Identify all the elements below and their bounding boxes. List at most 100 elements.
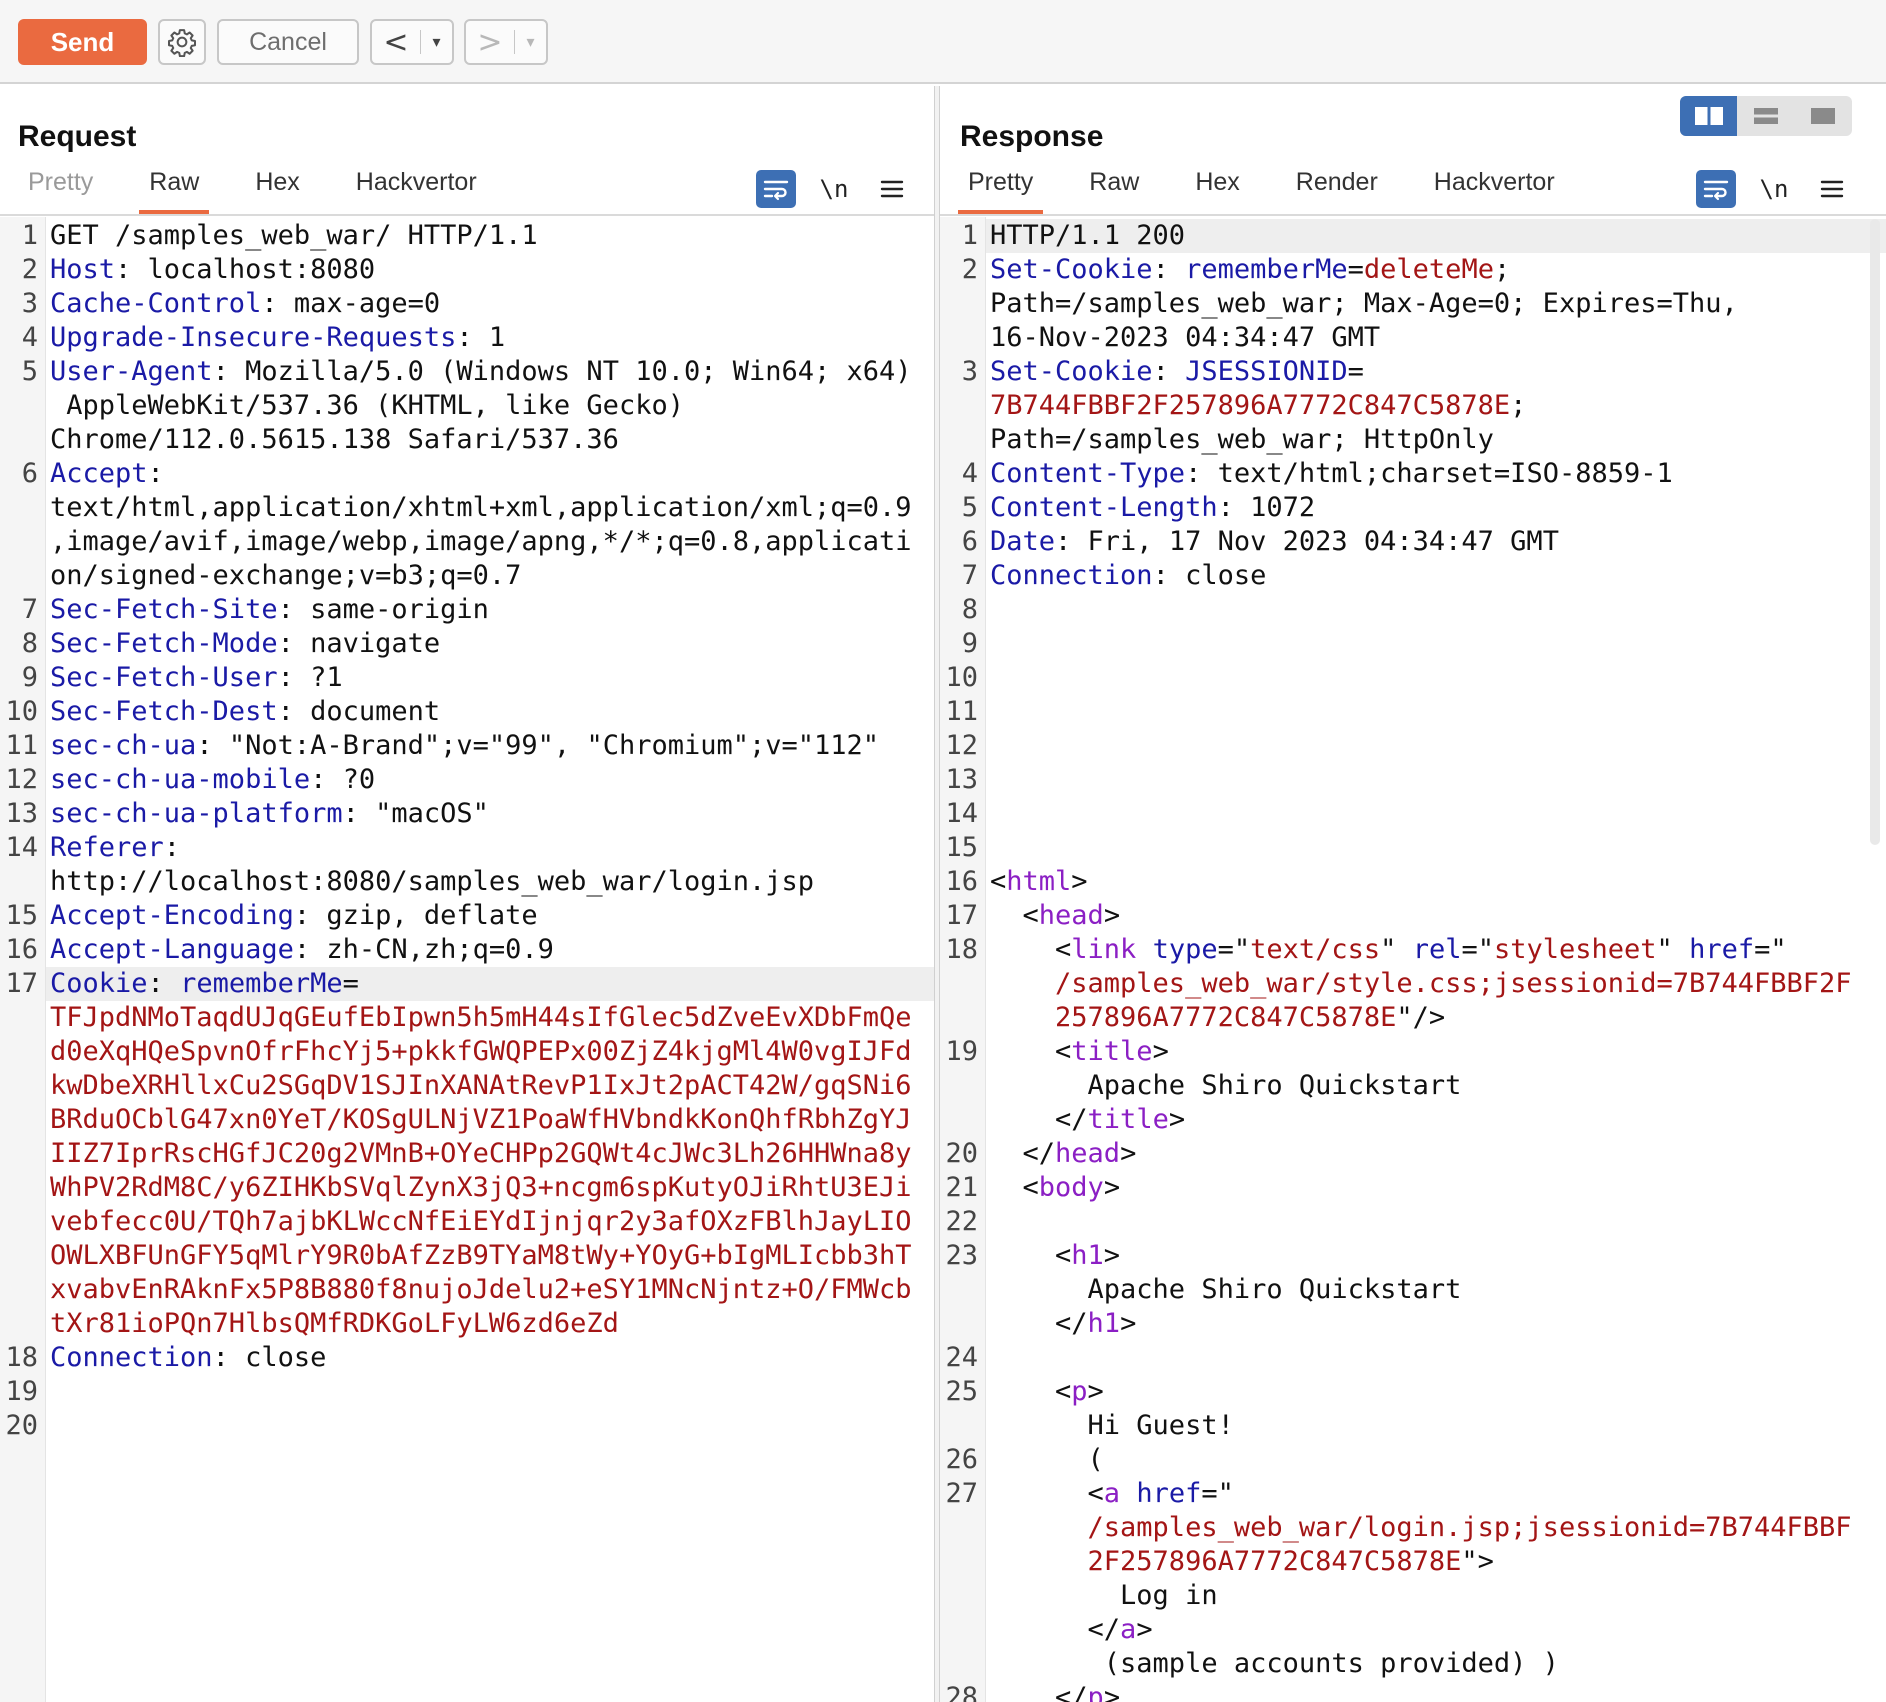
response-tab-pretty[interactable]: Pretty: [940, 168, 1061, 214]
response-code-line[interactable]: 7 Connection: close: [940, 559, 1886, 593]
request-code-line[interactable]: on/signed-exchange;v=b3;q=0.7: [0, 559, 934, 593]
response-code-line[interactable]: 18 <link type="text/css" rel="stylesheet…: [940, 933, 1886, 967]
request-code-line[interactable]: 14 Referer:: [0, 831, 934, 865]
request-word-wrap-button[interactable]: [756, 170, 796, 208]
request-code-line[interactable]: vebfecc0U/TQh7ajbKLWccNfEiEYdIjnjqr2y3af…: [0, 1205, 934, 1239]
request-menu-button[interactable]: [872, 170, 912, 208]
request-tab-hex[interactable]: Hex: [227, 168, 327, 214]
response-code-line[interactable]: 257896A7772C847C5878E"/>: [940, 1001, 1886, 1035]
forward-dropdown-icon[interactable]: ▾: [515, 32, 546, 52]
response-tab-hackvertor[interactable]: Hackvertor: [1406, 168, 1583, 214]
response-code-line[interactable]: 2F257896A7772C847C5878E">: [940, 1545, 1886, 1579]
request-tab-raw[interactable]: Raw: [121, 168, 227, 214]
response-code-line[interactable]: 20 </head>: [940, 1137, 1886, 1171]
request-code-line[interactable]: AppleWebKit/537.36 (KHTML, like Gecko): [0, 389, 934, 423]
request-code-line[interactable]: 8 Sec-Fetch-Mode: navigate: [0, 627, 934, 661]
response-code-line[interactable]: </title>: [940, 1103, 1886, 1137]
vertical-scrollbar[interactable]: [1870, 219, 1880, 845]
response-code-line[interactable]: 11: [940, 695, 1886, 729]
response-code-line[interactable]: 10: [940, 661, 1886, 695]
layout-stacked-button[interactable]: [1737, 96, 1794, 136]
request-code-line[interactable]: 3 Cache-Control: max-age=0: [0, 287, 934, 321]
response-code-line[interactable]: 15: [940, 831, 1886, 865]
request-code-line[interactable]: 11 sec-ch-ua: "Not:A-Brand";v="99", "Chro…: [0, 729, 934, 763]
layout-single-button[interactable]: [1795, 96, 1852, 136]
response-code-line[interactable]: 27 <a href=": [940, 1477, 1886, 1511]
response-code-line[interactable]: 22: [940, 1205, 1886, 1239]
response-code-line[interactable]: (sample accounts provided) ): [940, 1647, 1886, 1681]
request-code-line[interactable]: 19: [0, 1375, 934, 1409]
request-code-line[interactable]: 9 Sec-Fetch-User: ?1: [0, 661, 934, 695]
request-code-line[interactable]: 15 Accept-Encoding: gzip, deflate: [0, 899, 934, 933]
request-code-line[interactable]: ,image/avif,image/webp,image/apng,*/*;q=…: [0, 525, 934, 559]
response-code-line[interactable]: </a>: [940, 1613, 1886, 1647]
request-code-line[interactable]: 2 Host: localhost:8080: [0, 253, 934, 287]
request-code-line[interactable]: 12 sec-ch-ua-mobile: ?0: [0, 763, 934, 797]
request-code-line[interactable]: tXr81ioPQn7HlbsQMfRDKGoLFyLW6zd6eZd: [0, 1307, 934, 1341]
request-code-line[interactable]: IIZ7IprRscHGfJC20g2VMnB+OYeCHPp2GQWt4cJW…: [0, 1137, 934, 1171]
response-code-line[interactable]: 25 <p>: [940, 1375, 1886, 1409]
request-code-line[interactable]: http://localhost:8080/samples_web_war/lo…: [0, 865, 934, 899]
response-code-line[interactable]: 14: [940, 797, 1886, 831]
back-button[interactable]: < ▾: [370, 19, 454, 65]
request-code-line[interactable]: WhPV2RdM8C/y6ZIHKbSVqlZynX3jQ3+ncgm6spKu…: [0, 1171, 934, 1205]
response-code-line[interactable]: 9: [940, 627, 1886, 661]
response-code[interactable]: 1 HTTP/1.1 200 2 Set-Cookie: rememberMe=del…: [940, 219, 1886, 1702]
response-code-line[interactable]: Apache Shiro Quickstart: [940, 1069, 1886, 1103]
request-code-line[interactable]: 10 Sec-Fetch-Dest: document: [0, 695, 934, 729]
response-code-line[interactable]: 16 <html>: [940, 865, 1886, 899]
back-dropdown-icon[interactable]: ▾: [421, 32, 452, 52]
layout-side-by-side-button[interactable]: [1680, 96, 1738, 136]
response-code-line[interactable]: 16-Nov-2023 04:34:47 GMT: [940, 321, 1886, 355]
response-code-line[interactable]: 7B744FBBF2F257896A7772C847C5878E;: [940, 389, 1886, 423]
response-editor[interactable]: 1 HTTP/1.1 200 2 Set-Cookie: rememberMe=del…: [940, 217, 1886, 1702]
response-code-line[interactable]: 8: [940, 593, 1886, 627]
response-word-wrap-button[interactable]: [1696, 170, 1736, 208]
response-code-line[interactable]: /samples_web_war/style.css;jsessionid=7B…: [940, 967, 1886, 1001]
response-code-line[interactable]: 12: [940, 729, 1886, 763]
response-code-line[interactable]: 13: [940, 763, 1886, 797]
request-code-line[interactable]: 7 Sec-Fetch-Site: same-origin: [0, 593, 934, 627]
response-code-line[interactable]: 6 Date: Fri, 17 Nov 2023 04:34:47 GMT: [940, 525, 1886, 559]
request-code-line[interactable]: 4 Upgrade-Insecure-Requests: 1: [0, 321, 934, 355]
response-code-line[interactable]: 21 <body>: [940, 1171, 1886, 1205]
request-code-line[interactable]: TFJpdNMoTaqdUJqGEufEbIpwn5h5mH44sIfGlec5…: [0, 1001, 934, 1035]
response-code-line[interactable]: Path=/samples_web_war; HttpOnly: [940, 423, 1886, 457]
response-code-line[interactable]: </h1>: [940, 1307, 1886, 1341]
response-newline-toggle[interactable]: \n: [1754, 170, 1794, 208]
request-code-line[interactable]: 18 Connection: close: [0, 1341, 934, 1375]
request-newline-toggle[interactable]: \n: [814, 170, 854, 208]
response-code-line[interactable]: /samples_web_war/login.jsp;jsessionid=7B…: [940, 1511, 1886, 1545]
send-button[interactable]: Send: [18, 19, 147, 65]
forward-button[interactable]: > ▾: [464, 19, 548, 65]
response-code-line[interactable]: 23 <h1>: [940, 1239, 1886, 1273]
cancel-button[interactable]: Cancel: [217, 19, 359, 65]
request-code-line[interactable]: 13 sec-ch-ua-platform: "macOS": [0, 797, 934, 831]
response-code-line[interactable]: Path=/samples_web_war; Max-Age=0; Expire…: [940, 287, 1886, 321]
response-code-line[interactable]: Apache Shiro Quickstart: [940, 1273, 1886, 1307]
request-code-line[interactable]: text/html,application/xhtml+xml,applicat…: [0, 491, 934, 525]
response-code-line[interactable]: 4 Content-Type: text/html;charset=ISO-885…: [940, 457, 1886, 491]
response-code-line[interactable]: 26 (: [940, 1443, 1886, 1477]
response-code-line[interactable]: 28 </p>: [940, 1681, 1886, 1702]
response-code-line[interactable]: 1 HTTP/1.1 200: [940, 219, 1886, 253]
response-code-line[interactable]: 19 <title>: [940, 1035, 1886, 1069]
request-code-line[interactable]: 17 Cookie: rememberMe=: [0, 967, 934, 1001]
request-code-line[interactable]: xvabvEnRAknFx5P8B880f8nujoJdelu2+eSY1MNc…: [0, 1273, 934, 1307]
request-code-line[interactable]: Chrome/112.0.5615.138 Safari/537.36: [0, 423, 934, 457]
request-editor[interactable]: 1 GET /samples_web_war/ HTTP/1.1 2 Host: lo…: [0, 217, 934, 1702]
request-tab-hackvertor[interactable]: Hackvertor: [328, 168, 505, 214]
request-tab-pretty[interactable]: Pretty: [0, 168, 121, 214]
request-code-line[interactable]: kwDbeXRHllxCu2SGqDV1SJInXANAtRevP1IxJt2p…: [0, 1069, 934, 1103]
request-code[interactable]: 1 GET /samples_web_war/ HTTP/1.1 2 Host: lo…: [0, 219, 934, 1443]
response-tab-render[interactable]: Render: [1268, 168, 1406, 214]
request-code-line[interactable]: BRduOCblG47xn0YeT/KOSgULNjVZ1PoaWfHVbndk…: [0, 1103, 934, 1137]
response-code-line[interactable]: 17 <head>: [940, 899, 1886, 933]
response-code-line[interactable]: 5 Content-Length: 1072: [940, 491, 1886, 525]
request-code-line[interactable]: d0eXqHQeSpvnOfrFhcYj5+pkkfGWQPEPx00ZjZ4k…: [0, 1035, 934, 1069]
response-code-line[interactable]: Hi Guest!: [940, 1409, 1886, 1443]
response-menu-button[interactable]: [1812, 170, 1852, 208]
response-code-line[interactable]: 3 Set-Cookie: JSESSIONID=: [940, 355, 1886, 389]
request-code-line[interactable]: 20: [0, 1409, 934, 1443]
request-code-line[interactable]: 16 Accept-Language: zh-CN,zh;q=0.9: [0, 933, 934, 967]
